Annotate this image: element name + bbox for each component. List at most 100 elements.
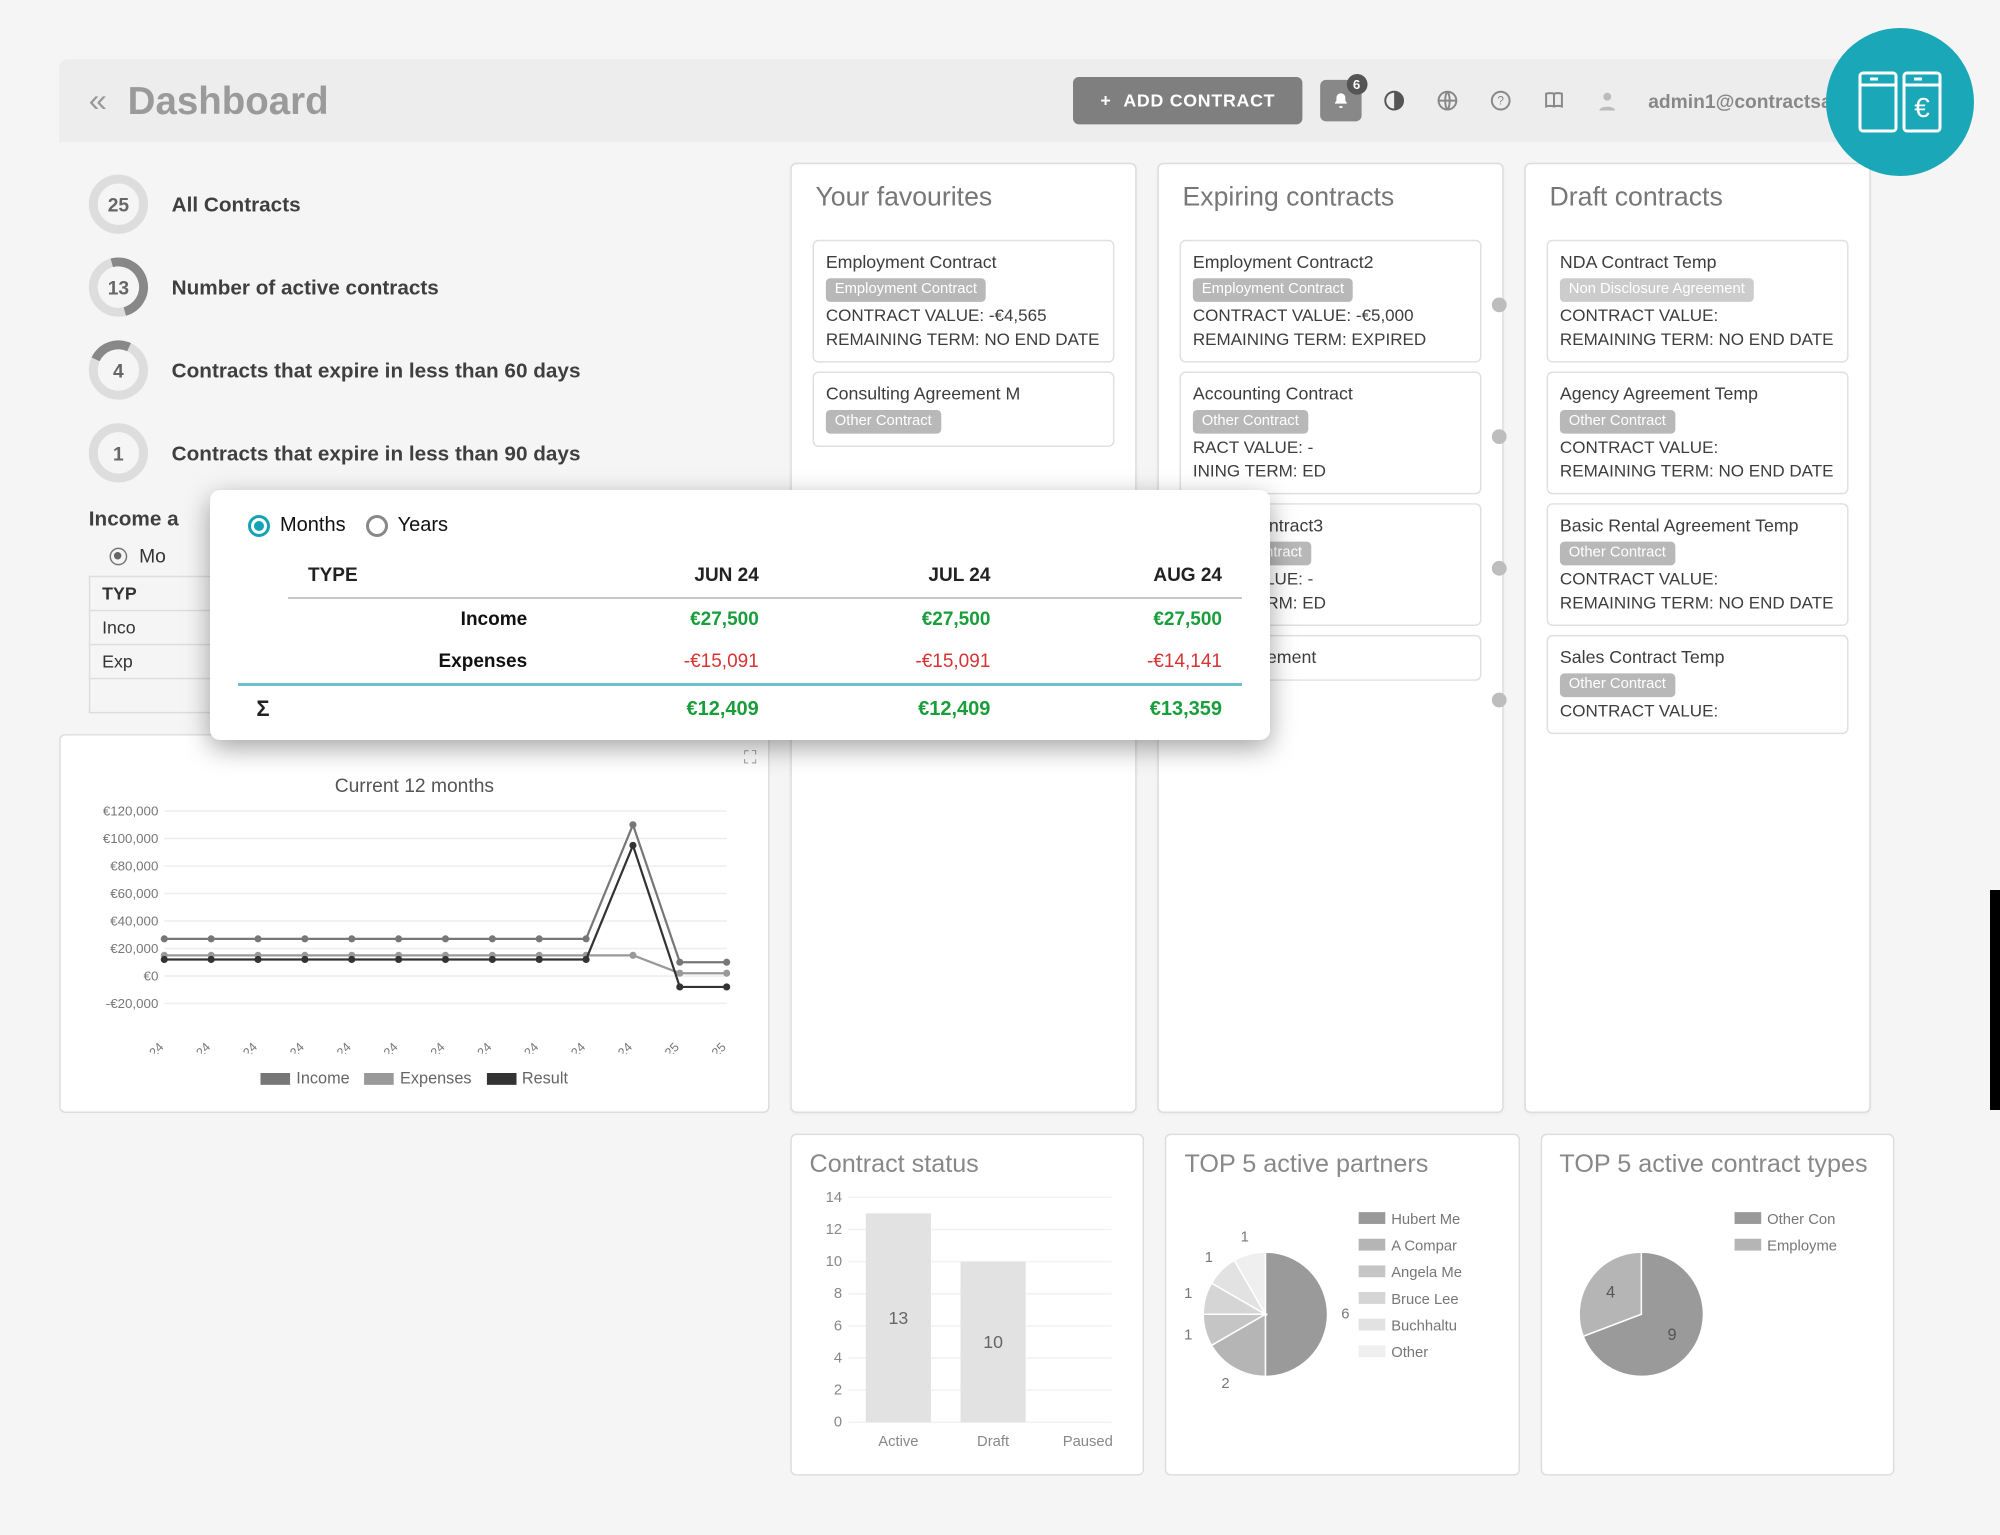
svg-text:-€20,000: -€20,000 — [106, 996, 159, 1011]
svg-text:6: 6 — [834, 1318, 842, 1334]
add-contract-button[interactable]: + ADD CONTRACT — [1074, 77, 1302, 124]
line-chart-legend: Income Expenses Result — [75, 1061, 753, 1097]
drafts-title: Draft contracts — [1547, 182, 1849, 228]
svg-text:JAN 25: JAN 25 — [643, 1040, 682, 1054]
radio-months[interactable]: Months — [248, 514, 346, 537]
page-title: Dashboard — [128, 78, 1074, 124]
book-icon[interactable] — [1533, 80, 1574, 121]
svg-text:4: 4 — [834, 1350, 842, 1366]
svg-text:Draft: Draft — [977, 1434, 1009, 1450]
stat-label: Contracts that expire in less than 90 da… — [172, 441, 581, 465]
svg-text:10: 10 — [826, 1254, 842, 1270]
radio-button-icon — [248, 515, 270, 537]
add-contract-label: ADD CONTRACT — [1123, 90, 1275, 111]
svg-text:€100,000: €100,000 — [103, 831, 159, 846]
svg-text:€20,000: €20,000 — [110, 941, 158, 956]
stat-label: Number of active contracts — [172, 275, 439, 299]
svg-text:8: 8 — [834, 1286, 842, 1302]
svg-text:€80,000: €80,000 — [110, 858, 158, 873]
bell-icon[interactable]: 6 — [1320, 80, 1361, 121]
expand-icon[interactable]: ⛶ — [744, 747, 756, 769]
chart-title: TOP 5 active partners — [1184, 1150, 1500, 1180]
svg-text:OCT 24: OCT 24 — [500, 1040, 541, 1054]
svg-text:Employme: Employme — [1767, 1239, 1837, 1255]
contract-card[interactable]: Sales Contract TempOther ContractCONTRAC… — [1547, 635, 1849, 734]
th-type: TYPE — [288, 555, 547, 598]
pie-partners-svg: 621111Hubert MeA ComparAngela MeBruce Le… — [1184, 1188, 1495, 1425]
plus-icon: + — [1100, 90, 1111, 111]
collapse-icon[interactable]: « — [89, 81, 107, 119]
svg-text:?: ? — [1497, 94, 1504, 108]
svg-text:Other: Other — [1392, 1345, 1429, 1361]
svg-text:1: 1 — [1185, 1286, 1193, 1302]
svg-text:10: 10 — [983, 1332, 1003, 1352]
svg-text:1: 1 — [1185, 1327, 1193, 1343]
svg-text:9: 9 — [1667, 1326, 1676, 1344]
contract-card[interactable]: Accounting ContractOther ContractRACT VA… — [1180, 371, 1482, 494]
line-chart-svg: €120,000€100,000€80,000€60,000€40,000€20… — [75, 802, 741, 1054]
app-badge-icon: € — [1826, 28, 1974, 176]
stat-count: 1 — [89, 423, 148, 482]
radio-years[interactable]: Years — [366, 514, 448, 537]
theme-toggle-icon[interactable] — [1373, 80, 1414, 121]
user-avatar-icon[interactable] — [1586, 80, 1627, 121]
radio-years-label: Years — [398, 514, 448, 537]
legend-result: Result — [486, 1070, 568, 1088]
chart-top-types: TOP 5 active contract types 94Other ConE… — [1540, 1134, 1894, 1476]
contract-card[interactable]: Consulting Agreement MOther Contract — [813, 371, 1115, 446]
svg-text:Angela Me: Angela Me — [1392, 1265, 1463, 1281]
income-overlay-table: TYPE JUN 24 JUL 24 AUG 24 Income€27,500€… — [238, 555, 1242, 732]
svg-text:0: 0 — [834, 1415, 842, 1431]
chart-top-partners: TOP 5 active partners 621111Hubert MeA C… — [1165, 1134, 1519, 1476]
svg-text:€40,000: €40,000 — [110, 913, 158, 928]
svg-text:1: 1 — [1241, 1229, 1249, 1245]
drafts-list: NDA Contract TempNon Disclosure Agreemen… — [1547, 240, 1849, 734]
svg-text:12: 12 — [826, 1222, 842, 1238]
chart-contract-status: Contract status 1412108642013Active10Dra… — [790, 1134, 1144, 1476]
period-radio-group: Months Years — [238, 514, 1242, 537]
contract-card[interactable]: Agency Agreement TempOther ContractCONTR… — [1547, 371, 1849, 494]
contract-card[interactable]: Employment ContractEmployment ContractCO… — [813, 240, 1115, 363]
svg-text:FEB 25: FEB 25 — [689, 1040, 729, 1054]
svg-text:14: 14 — [826, 1190, 842, 1206]
svg-text:MAY 24: MAY 24 — [266, 1040, 307, 1054]
svg-text:2: 2 — [1222, 1376, 1230, 1392]
svg-text:A Compar: A Compar — [1392, 1239, 1458, 1255]
bar-chart-svg: 1412108642013Active10DraftPaused — [810, 1188, 1121, 1454]
help-icon[interactable]: ? — [1479, 80, 1520, 121]
stat-active-contracts[interactable]: 13 Number of active contracts — [59, 246, 769, 329]
drafts-panel: Draft contracts NDA Contract TempNon Dis… — [1524, 163, 1870, 1113]
radio-months-back[interactable] — [110, 547, 128, 565]
stat-expire-90[interactable]: 1 Contracts that expire in less than 90 … — [59, 411, 769, 494]
stat-count: 25 — [89, 175, 148, 234]
svg-text:€120,000: €120,000 — [103, 803, 159, 818]
stat-expire-60[interactable]: 4 Contracts that expire in less than 60 … — [59, 329, 769, 412]
svg-text:NOV 24: NOV 24 — [547, 1040, 589, 1054]
header-bar: « Dashboard + ADD CONTRACT 6 ? admin1@co… — [59, 59, 1894, 142]
stat-count: 13 — [89, 258, 148, 317]
th-jul: JUL 24 — [779, 555, 1011, 598]
header-icon-bar: 6 ? admin1@contractsavep — [1320, 80, 1865, 121]
radio-button-icon — [366, 515, 388, 537]
svg-text:Bruce Lee: Bruce Lee — [1392, 1292, 1459, 1308]
contract-card[interactable]: Employment Contract2Employment ContractC… — [1180, 240, 1482, 363]
language-icon[interactable] — [1426, 80, 1467, 121]
svg-text:MAR 24: MAR 24 — [171, 1040, 213, 1054]
sum-jul: €12,409 — [779, 685, 1011, 733]
pie-types-svg: 94Other ConEmployme — [1559, 1188, 1870, 1425]
svg-text:Hubert Me: Hubert Me — [1392, 1212, 1461, 1228]
stat-label: Contracts that expire in less than 60 da… — [172, 358, 581, 382]
radio-months-back-label: Mo — [139, 545, 166, 567]
contract-card[interactable]: Basic Rental Agreement TempOther Contrac… — [1547, 503, 1849, 626]
svg-text:Active: Active — [878, 1434, 918, 1450]
svg-text:Buchhaltu: Buchhaltu — [1392, 1319, 1458, 1335]
sum-jun: €12,409 — [547, 685, 779, 733]
th-aug: AUG 24 — [1010, 555, 1242, 598]
stat-label: All Contracts — [172, 192, 301, 216]
expiring-title: Expiring contracts — [1180, 182, 1482, 228]
bottom-charts-row: Contract status 1412108642013Active10Dra… — [59, 1134, 1894, 1476]
svg-text:JUL 24: JUL 24 — [363, 1040, 401, 1054]
stat-all-contracts[interactable]: 25 All Contracts — [59, 163, 769, 246]
contract-card[interactable]: NDA Contract TempNon Disclosure Agreemen… — [1547, 240, 1849, 363]
favourites-list: Employment ContractEmployment ContractCO… — [813, 240, 1115, 447]
